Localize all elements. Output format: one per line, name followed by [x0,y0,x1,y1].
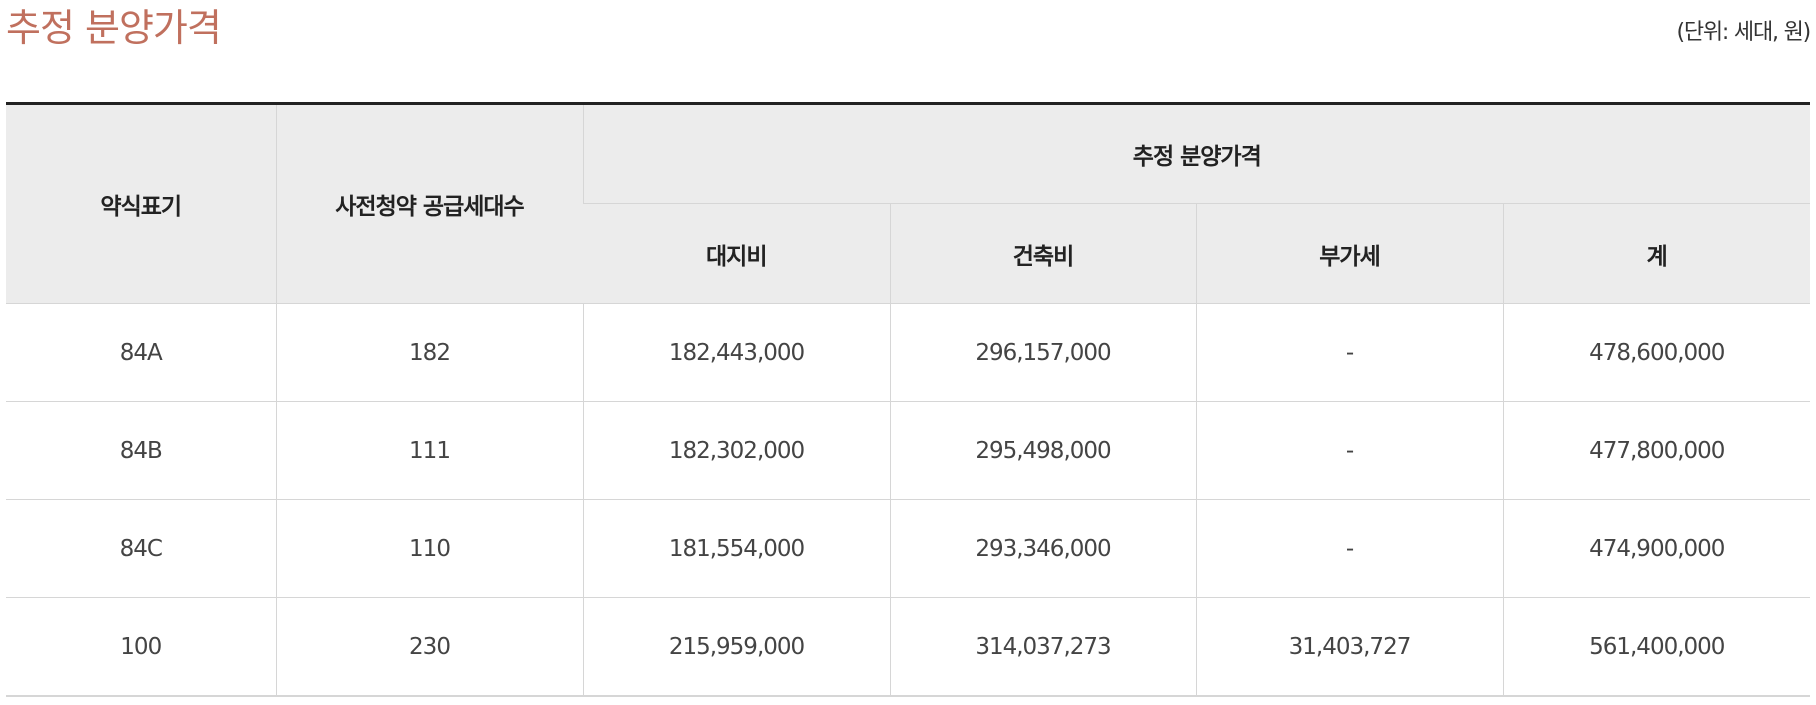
page-title: 추정 분양가격 [6,6,222,50]
cell-type: 84A [6,303,276,402]
cell-land: 182,302,000 [582,401,890,500]
cell-units: 111 [275,401,583,500]
cell-land: 182,443,000 [582,303,890,402]
header-construction: 건축비 [889,203,1196,304]
header-units: 사전청약 공급세대수 [275,103,583,304]
cell-total: 561,400,000 [1502,597,1811,697]
cell-units: 230 [275,597,583,697]
cell-construction: 293,346,000 [889,499,1196,598]
cell-land: 181,554,000 [582,499,890,598]
cell-vat: - [1195,303,1503,402]
header-land: 대지비 [583,203,890,304]
header-vat: 부가세 [1195,203,1503,304]
cell-type: 100 [6,597,276,697]
unit-note: (단위: 세대, 원) [1676,20,1811,45]
cell-vat: - [1195,401,1503,500]
price-table: 약식표기 사전청약 공급세대수 추정 분양가격 대지비 건축비 부가세 계 84… [6,102,1811,697]
cell-units: 182 [275,303,583,402]
table-row: 84A 182 182,443,000 296,157,000 - 478,60… [6,303,1811,402]
cell-type: 84C [6,499,276,598]
cell-vat: 31,403,727 [1195,597,1503,697]
cell-total: 474,900,000 [1502,499,1811,598]
header-total: 계 [1502,203,1811,304]
header-type: 약식표기 [6,103,276,304]
cell-construction: 314,037,273 [889,597,1196,697]
cell-construction: 296,157,000 [889,303,1196,402]
cell-land: 215,959,000 [582,597,890,697]
header-price-group: 추정 분양가격 [582,103,1811,204]
cell-vat: - [1195,499,1503,598]
cell-total: 478,600,000 [1502,303,1811,402]
cell-units: 110 [275,499,583,598]
table-row: 100 230 215,959,000 314,037,273 31,403,7… [6,597,1811,697]
cell-type: 84B [6,401,276,500]
table-row: 84B 111 182,302,000 295,498,000 - 477,80… [6,401,1811,500]
cell-total: 477,800,000 [1502,401,1811,500]
cell-construction: 295,498,000 [889,401,1196,500]
table-row: 84C 110 181,554,000 293,346,000 - 474,90… [6,499,1811,598]
